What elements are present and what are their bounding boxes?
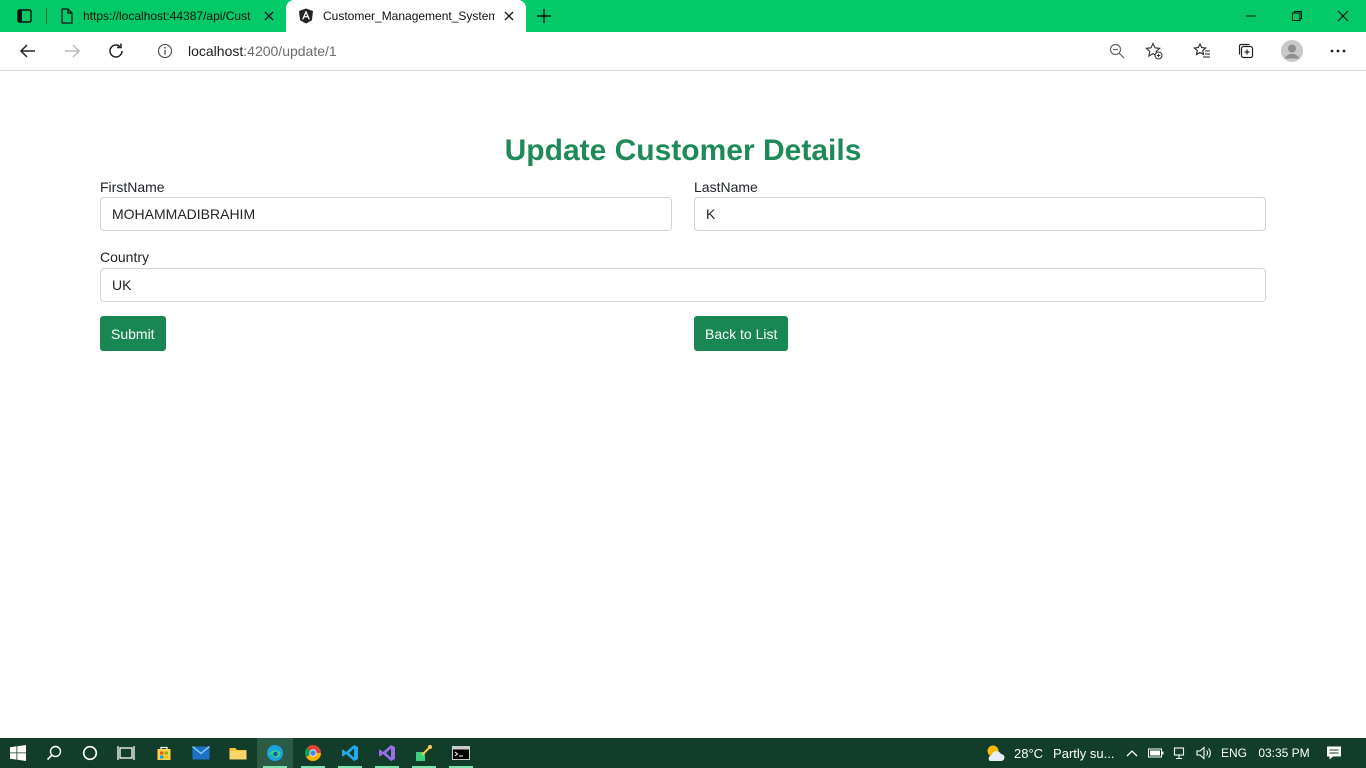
back-arrow-icon (19, 44, 35, 58)
angular-icon (299, 8, 313, 24)
network-icon (1173, 747, 1185, 760)
info-icon[interactable] (157, 43, 173, 59)
task-view-button[interactable] (108, 738, 144, 768)
taskbar-vscode[interactable] (332, 738, 368, 768)
chevron-up-icon (1126, 750, 1138, 757)
page-title: Update Customer Details (504, 134, 862, 167)
language-text: ENG (1220, 746, 1247, 760)
taskbar-chrome[interactable] (295, 738, 331, 768)
back-to-list-button[interactable]: Back to List (694, 316, 789, 351)
lastname-label: LastName (694, 179, 758, 195)
favorites-icon (1193, 42, 1210, 58)
search-icon (46, 745, 62, 761)
volume-tray[interactable] (1194, 738, 1214, 768)
start-button[interactable] (0, 738, 36, 768)
mail-icon (192, 746, 210, 760)
tab-title: https://localhost:44387/api/Cust (83, 9, 251, 23)
firstname-input[interactable] (100, 197, 672, 231)
url-host: localhost (188, 43, 244, 59)
refresh-button[interactable] (98, 32, 134, 70)
country-input[interactable] (100, 268, 1266, 302)
taskbar-terminal[interactable] (443, 738, 479, 768)
show-hidden-icons-button[interactable] (1122, 738, 1142, 768)
taskbar-edge[interactable] (257, 738, 293, 768)
terminal-icon (452, 746, 470, 760)
profile-button[interactable] (1274, 32, 1310, 70)
visual-studio-icon (379, 745, 395, 761)
refresh-icon (109, 43, 123, 58)
weather-text: Partly su... (1053, 745, 1115, 761)
taskbar: 28°C Partly su... ENG 03:35 PM (0, 738, 1366, 768)
tab-api[interactable]: https://localhost:44387/api/Cust (48, 0, 286, 32)
language-indicator[interactable]: ENG (1220, 738, 1248, 768)
folder-icon (229, 748, 247, 760)
restore-icon (1292, 11, 1302, 21)
address-url[interactable]: localhost:4200/update/1 (188, 43, 337, 59)
tab-separator (46, 8, 47, 24)
settings-menu-button[interactable] (1320, 32, 1356, 70)
chrome-icon (305, 745, 321, 761)
firstname-label: FirstName (100, 179, 165, 195)
minimize-icon (1246, 15, 1256, 17)
cortana-button[interactable] (72, 738, 108, 768)
taskbar-search-button[interactable] (36, 738, 72, 768)
tab-actions-button[interactable] (10, 6, 38, 26)
taskbar-store[interactable] (146, 738, 182, 768)
minimize-button[interactable] (1228, 0, 1274, 32)
partly-sunny-icon (987, 745, 1005, 761)
taskbar-mail[interactable] (183, 738, 219, 768)
new-tab-button[interactable] (533, 6, 555, 26)
restore-button[interactable] (1274, 0, 1320, 32)
back-button[interactable] (10, 32, 46, 70)
forward-arrow-icon (65, 44, 81, 58)
tab-actions-icon (17, 9, 32, 23)
tab-customer-management[interactable]: Customer_Management_System (286, 0, 526, 32)
plus-icon (537, 9, 551, 23)
favorites-button[interactable] (1184, 32, 1220, 70)
notification-center-button[interactable] (1322, 738, 1346, 768)
battery-icon (1148, 748, 1164, 758)
weather-widget[interactable]: 28°C Partly su... (1014, 738, 1114, 768)
forward-button[interactable] (54, 32, 90, 70)
browser-toolbar: localhost:4200/update/1 (0, 32, 1366, 71)
country-label: Country (100, 249, 150, 265)
add-favorite-icon[interactable] (1145, 42, 1163, 60)
url-path: :4200/update/1 (243, 43, 337, 59)
notification-icon (1327, 746, 1341, 760)
clock-text: 03:35 PM (1258, 746, 1310, 760)
taskbar-visual-studio[interactable] (369, 738, 405, 768)
clock[interactable]: 03:35 PM (1256, 738, 1312, 768)
document-icon (61, 8, 73, 24)
lastname-input[interactable] (694, 197, 1266, 231)
avatar-icon (1281, 40, 1303, 62)
vscode-icon (342, 745, 358, 761)
temperature-text: 28°C (1014, 745, 1044, 761)
close-icon[interactable] (502, 9, 516, 23)
address-bar[interactable]: localhost:4200/update/1 (145, 35, 1175, 67)
zoom-icon[interactable] (1109, 43, 1125, 59)
task-view-icon (117, 746, 135, 760)
store-icon (157, 746, 171, 760)
close-window-button[interactable] (1320, 0, 1366, 32)
cortana-icon (82, 745, 98, 761)
tab-title: Customer_Management_System (323, 9, 495, 23)
close-icon[interactable] (262, 9, 276, 23)
more-icon (1330, 49, 1346, 53)
volume-icon (1196, 746, 1211, 760)
battery-tray[interactable] (1146, 738, 1166, 768)
collections-button[interactable] (1228, 32, 1264, 70)
taskbar-file-explorer[interactable] (220, 738, 256, 768)
taskbar-snipping-tool[interactable] (406, 738, 442, 768)
submit-button[interactable]: Submit (100, 316, 166, 351)
network-tray[interactable] (1170, 738, 1190, 768)
weather-widget-icon[interactable] (982, 738, 1008, 768)
close-icon (1337, 10, 1349, 22)
edge-icon (267, 745, 283, 761)
browser-tab-strip: https://localhost:44387/api/Cust Custome… (0, 0, 1366, 32)
collections-icon (1238, 43, 1254, 59)
windows-icon (10, 745, 26, 761)
snipping-tool-icon (416, 745, 432, 761)
